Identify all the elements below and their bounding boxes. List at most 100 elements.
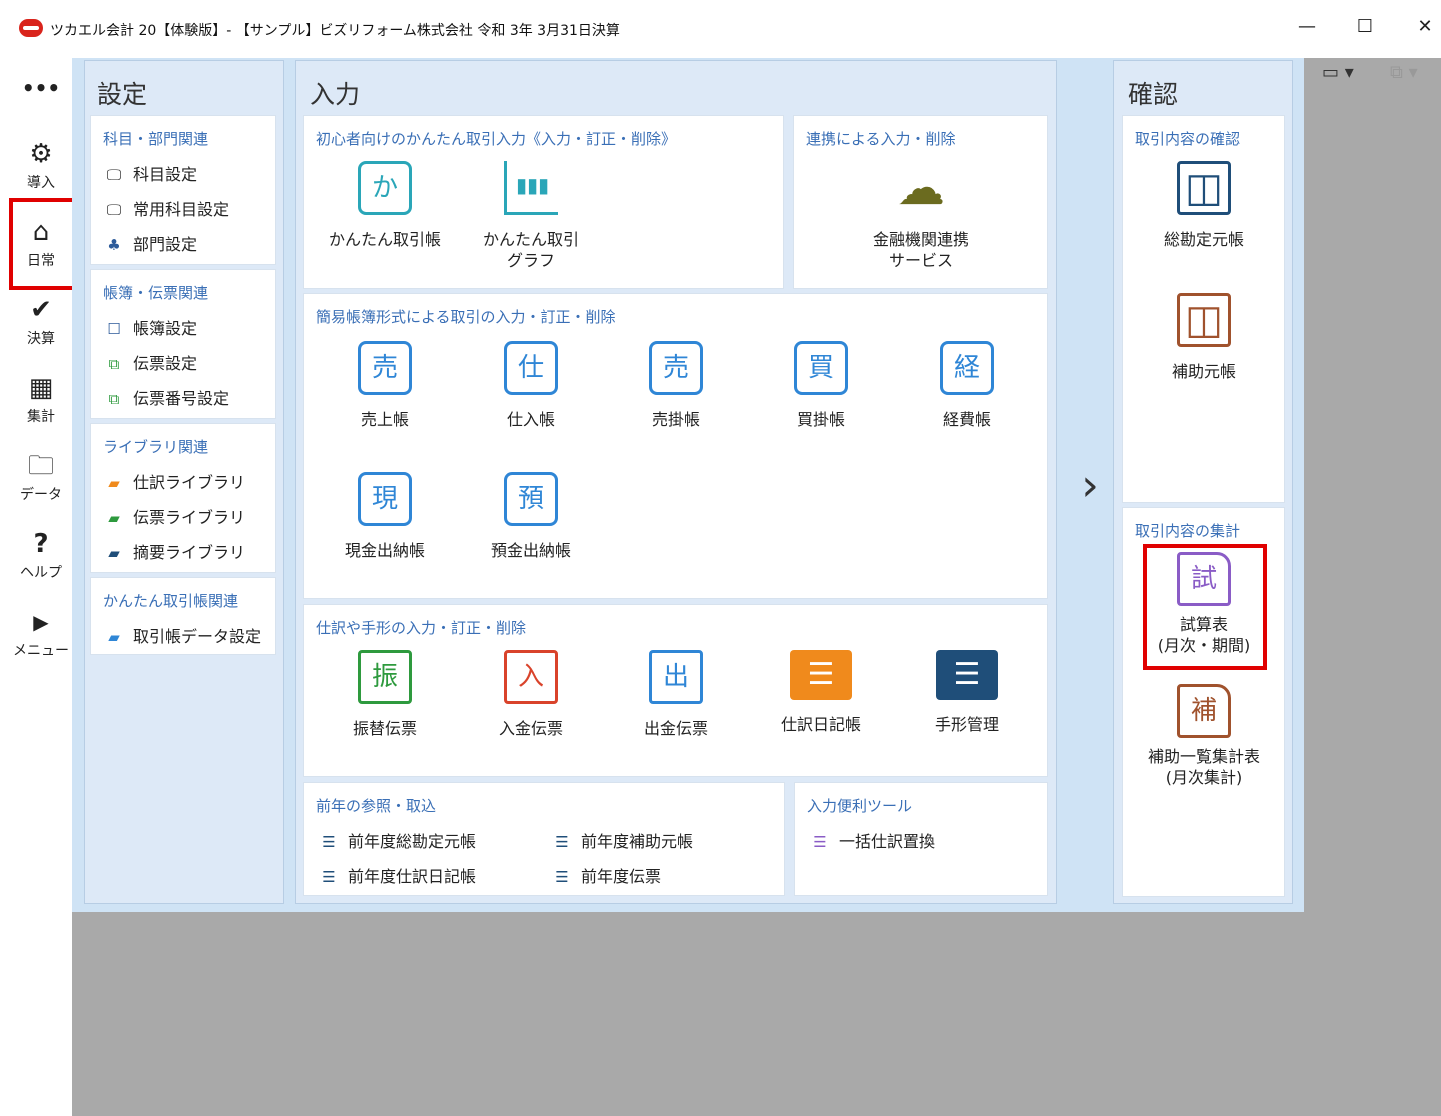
close-button[interactable]: ✕: [1410, 16, 1440, 42]
sidebar-item-label: 決算: [27, 331, 55, 347]
ka-icon: か: [358, 161, 412, 215]
easy-transaction-book-tile[interactable]: かかんたん取引帳: [320, 161, 450, 250]
org-chart-icon: ♣: [107, 236, 121, 254]
sidebar-item-summary[interactable]: ▦ 集計: [10, 372, 72, 426]
subsidiary-summary-icon: 補: [1177, 684, 1231, 738]
bill-management-tile[interactable]: ☰ 手形管理: [902, 650, 1032, 735]
bank-linkage-tile[interactable]: ☁ 金融機関連携 サービス: [856, 161, 986, 271]
linkage-section: 連携による入力・削除 ☁ 金融機関連携 サービス: [793, 115, 1048, 289]
book-icon: ☐: [107, 320, 121, 338]
sidebar-item-help[interactable]: ? ヘルプ: [10, 528, 72, 582]
check-icon: ✔: [30, 295, 52, 325]
bill-list-icon: ☰: [936, 650, 998, 700]
common-account-settings-link[interactable]: 🖵 常用科目設定: [103, 196, 229, 220]
voucher-library-link[interactable]: ▰ 伝票ライブラリ: [103, 504, 245, 528]
receipt-voucher-tile[interactable]: 入入金伝票: [466, 650, 596, 739]
settings-group-books: 帳簿・伝票関連 ☐ 帳簿設定 ⧉ 伝票設定 ⧉ 伝票番号設定: [90, 269, 276, 419]
list-icon: ☰: [322, 833, 336, 851]
purchase-book-tile[interactable]: 仕仕入帳: [466, 341, 596, 430]
voucher-icon: ⧉: [108, 390, 120, 408]
department-settings-link[interactable]: ♣ 部門設定: [103, 231, 197, 255]
app-logo-icon: [19, 19, 43, 37]
confirm-title: 確認: [1128, 80, 1179, 109]
subsidiary-ledger-tile[interactable]: ◫ 補助元帳: [1139, 293, 1269, 382]
section-heading: 連携による入力・削除: [806, 130, 956, 148]
sidebar-item-label: メニュー: [13, 643, 69, 659]
more-icon[interactable]: •••: [10, 76, 72, 100]
sales-icon: 売: [358, 341, 412, 395]
settings-group-library: ライブラリ関連 ▰ 仕訳ライブラリ ▰ 伝票ライブラリ ▰ 摘要ライブラリ: [90, 423, 276, 573]
group-heading: かんたん取引帳関連: [103, 592, 239, 610]
payables-icon: 買: [794, 341, 848, 395]
list-icon: ☰: [555, 868, 569, 886]
trial-balance-highlight-box: [1143, 544, 1267, 670]
section-heading: 取引内容の集計: [1135, 522, 1241, 540]
payment-voucher-tile[interactable]: 出出金伝票: [611, 650, 741, 739]
sidebar-item-closing[interactable]: ✔ 決算: [10, 294, 72, 348]
journal-diary-tile[interactable]: ☰ 仕訳日記帳: [756, 650, 886, 735]
group-heading: ライブラリ関連: [103, 438, 209, 456]
ledger-icon: ◫: [1177, 161, 1231, 215]
group-heading: 科目・部門関連: [103, 130, 209, 148]
check-section: 取引内容の確認 ◫ 総勘定元帳 ◫ 補助元帳: [1122, 115, 1285, 503]
prev-subsidiary-ledger-link[interactable]: ☰ 前年度補助元帳: [551, 828, 693, 852]
cash-book-tile[interactable]: 現現金出納帳: [320, 472, 450, 561]
prev-general-ledger-link[interactable]: ☰ 前年度総勘定元帳: [318, 828, 476, 852]
maximize-button[interactable]: ☐: [1350, 16, 1380, 42]
list-icon: ☰: [555, 833, 569, 851]
subsidiary-summary-tile[interactable]: 補補助一覧集計表 (月次集計): [1139, 684, 1269, 788]
sidebar-item-label: ヘルプ: [20, 565, 62, 581]
journal-list-icon: ☰: [790, 650, 852, 700]
payables-book-tile[interactable]: 買買掛帳: [756, 341, 886, 430]
journal-section: 仕訳や手形の入力・訂正・削除 振振替伝票 入入金伝票 出出金伝票 ☰ 仕訳日記帳 …: [303, 604, 1048, 777]
monitor-icon: 🖵: [106, 201, 122, 219]
expense-icon: 経: [940, 341, 994, 395]
prev-year-section: 前年の参照・取込 ☰ 前年度総勘定元帳 ☰ 前年度補助元帳 ☰ 前年度仕訳日記帳 ☰ 前…: [303, 782, 785, 896]
next-arrow-button[interactable]: ›: [1070, 460, 1110, 511]
sales-book-tile[interactable]: 売売上帳: [320, 341, 450, 430]
layout-dropdown-button[interactable]: ▭ ▾: [1322, 62, 1354, 83]
sidebar-item-setup[interactable]: ⚙ 導入: [10, 138, 72, 192]
payment-voucher-icon: 出: [649, 650, 703, 704]
prev-journal-link[interactable]: ☰ 前年度仕訳日記帳: [318, 863, 476, 887]
cloud-download-icon: ☁: [894, 161, 948, 215]
expense-book-tile[interactable]: 経経費帳: [902, 341, 1032, 430]
simple-books-section: 簡易帳簿形式による取引の入力・訂正・削除 売売上帳 仕仕入帳 売売掛帳 買買掛帳…: [303, 293, 1048, 599]
prev-voucher-link[interactable]: ☰ 前年度伝票: [551, 863, 661, 887]
beginner-section: 初心者向けのかんたん取引入力《入力・訂正・削除》 かかんたん取引帳 ▮▮▮ かんた…: [303, 115, 784, 289]
sidebar-item-data[interactable]: 🗀 データ: [10, 450, 72, 504]
help-icon: ?: [33, 529, 49, 559]
deposit-book-tile[interactable]: 預預金出納帳: [466, 472, 596, 561]
section-heading: 取引内容の確認: [1135, 130, 1241, 148]
journal-library-link[interactable]: ▰ 仕訳ライブラリ: [103, 469, 245, 493]
book-icon: ▰: [108, 509, 120, 527]
ledger-icon: ◫: [1177, 293, 1231, 347]
daily-highlight-box: [9, 198, 79, 290]
transaction-data-settings-link[interactable]: ▰ 取引帳データ設定: [103, 623, 261, 647]
easy-transaction-graph-tile[interactable]: ▮▮▮ かんたん取引 グラフ: [466, 161, 596, 271]
deposit-icon: 預: [504, 472, 558, 526]
receivables-book-tile[interactable]: 売売掛帳: [611, 341, 741, 430]
receipt-voucher-icon: 入: [504, 650, 558, 704]
title-bar: ツカエル会計 20【体験版】- 【サンプル】ビズリフォーム株式会社 令和 3年 …: [0, 0, 1441, 58]
bar-chart-icon: ▮▮▮: [504, 161, 558, 215]
group-heading: 帳簿・伝票関連: [103, 284, 209, 302]
restore-dropdown-button[interactable]: ⧉ ▾: [1390, 62, 1418, 83]
settings-title: 設定: [97, 80, 148, 109]
voucher-number-settings-link[interactable]: ⧉ 伝票番号設定: [103, 385, 229, 409]
voucher-icon: ⧉: [108, 355, 120, 373]
transfer-voucher-tile[interactable]: 振振替伝票: [320, 650, 450, 739]
minimize-button[interactable]: —: [1292, 16, 1322, 42]
summary-library-link[interactable]: ▰ 摘要ライブラリ: [103, 539, 245, 563]
gear-icon: ⚙: [29, 139, 53, 169]
general-ledger-tile[interactable]: ◫ 総勘定元帳: [1139, 161, 1269, 250]
section-heading: 初心者向けのかんたん取引入力《入力・訂正・削除》: [316, 130, 677, 148]
receivables-icon: 売: [649, 341, 703, 395]
account-settings-link[interactable]: 🖵 科目設定: [103, 161, 197, 185]
bulk-journal-replace-link[interactable]: ☰ 一括仕訳置換: [809, 828, 935, 852]
folder-icon: 🗀: [27, 451, 54, 481]
play-icon: ▶: [33, 610, 49, 634]
voucher-settings-link[interactable]: ⧉ 伝票設定: [103, 350, 197, 374]
sidebar-item-menu[interactable]: ▶ メニュー: [10, 606, 72, 660]
book-settings-link[interactable]: ☐ 帳簿設定: [103, 315, 197, 339]
